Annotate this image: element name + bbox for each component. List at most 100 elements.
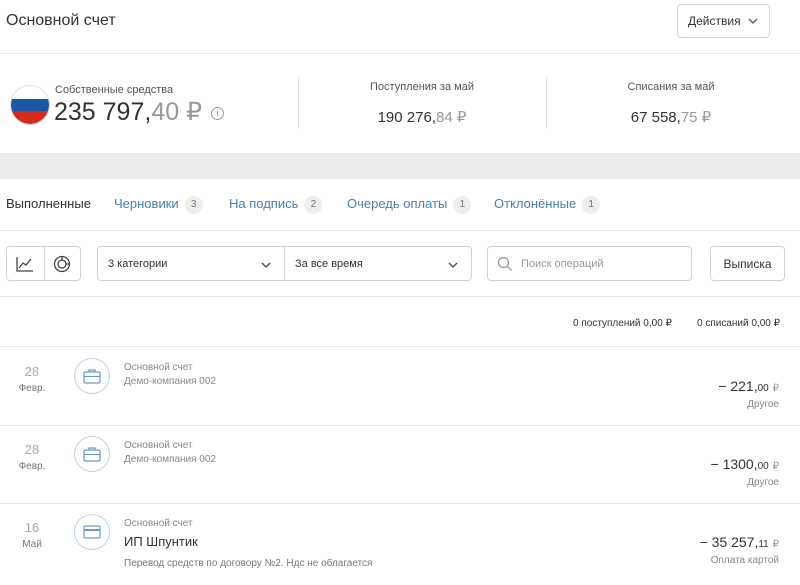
date-month: Февр. bbox=[18, 383, 46, 394]
operation-row[interactable]: 16 Май Основной счет ИП Шпунтик Перевод … bbox=[0, 504, 800, 582]
currency-sign: ₽ bbox=[701, 109, 712, 126]
operation-type-icon bbox=[74, 436, 110, 472]
pie-chart-button[interactable] bbox=[43, 247, 81, 280]
page-header: Основной счет Действия bbox=[0, 0, 800, 54]
amount-frac: 11 bbox=[758, 539, 769, 550]
flag-stripe-white bbox=[11, 86, 49, 99]
balance-panel: Собственные средства 235 797,40 ₽ i Пост… bbox=[0, 55, 800, 152]
count-badge: 3 bbox=[184, 196, 203, 214]
amount-frac: 00 bbox=[757, 461, 769, 472]
operation-type-icon bbox=[74, 358, 110, 394]
date-month: Май bbox=[22, 539, 42, 550]
filter-bar: 3 категории За все время Выписка bbox=[0, 232, 800, 297]
page-title: Основной счет bbox=[6, 12, 116, 29]
count-badge: 1 bbox=[582, 196, 601, 214]
operation-account: Основной счет bbox=[124, 440, 193, 451]
totals-summary: 0 поступлений 0,00 ₽ 0 списаний 0,00 ₽ bbox=[0, 298, 800, 347]
tab-payment-queue[interactable]: Очередь оплаты 1 bbox=[347, 196, 472, 214]
tab-completed[interactable]: Выполненные bbox=[6, 196, 91, 211]
own-funds-label: Собственные средства bbox=[55, 84, 174, 96]
tab-label: Черновики bbox=[114, 196, 179, 211]
actions-dropdown[interactable]: Действия bbox=[677, 4, 770, 38]
date-month: Февр. bbox=[18, 461, 46, 472]
search-input[interactable] bbox=[521, 255, 686, 273]
operation-amount: − 221,00 ₽ bbox=[718, 378, 779, 394]
chevron-down-icon bbox=[261, 262, 271, 269]
operation-date: 16 Май bbox=[6, 520, 58, 550]
operation-counterparty: Демо-компания 002 bbox=[124, 454, 216, 465]
categories-select[interactable]: 3 категории bbox=[97, 246, 285, 281]
outgoing-frac: 75 bbox=[680, 109, 698, 126]
operation-counterparty: ИП Шпунтик bbox=[124, 534, 198, 549]
tab-label: На подпись bbox=[229, 196, 299, 211]
currency-sign: ₽ bbox=[186, 98, 202, 126]
operation-type-icon bbox=[74, 514, 110, 550]
tab-to-sign[interactable]: На подпись 2 bbox=[229, 196, 323, 214]
operation-account: Основной счет bbox=[124, 518, 193, 529]
outgoing-label: Списания за май bbox=[627, 81, 715, 93]
amount-frac: 00 bbox=[757, 383, 769, 394]
view-toggle-group bbox=[6, 246, 81, 281]
statement-button[interactable]: Выписка bbox=[710, 246, 785, 281]
search-icon bbox=[497, 256, 512, 271]
line-chart-button[interactable] bbox=[7, 247, 44, 280]
period-value: За все время bbox=[295, 258, 363, 270]
amount-int: − 35 257, bbox=[699, 534, 759, 550]
info-icon[interactable]: i bbox=[210, 107, 224, 120]
own-funds-int: 235 797, bbox=[54, 98, 152, 126]
divider bbox=[546, 77, 547, 129]
briefcase-icon bbox=[83, 369, 101, 384]
operation-date: 28 Февр. bbox=[6, 442, 58, 472]
currency-sign: ₽ bbox=[456, 109, 467, 126]
outgoing-amount: 67 558,75 ₽ bbox=[571, 108, 771, 126]
amount-int: − 1300, bbox=[710, 456, 758, 472]
russia-flag-icon bbox=[10, 85, 50, 125]
credit-card-icon bbox=[83, 525, 101, 539]
operation-date: 28 Февр. bbox=[6, 364, 58, 394]
flag-stripe-red bbox=[11, 111, 49, 124]
briefcase-icon bbox=[83, 447, 101, 462]
incoming-total: 0 поступлений 0,00 ₽ bbox=[573, 318, 672, 329]
outgoing-stat: Списания за май 67 558,75 ₽ bbox=[571, 81, 771, 126]
operation-counterparty: Демо-компания 002 bbox=[124, 376, 216, 387]
incoming-label: Поступления за май bbox=[370, 81, 474, 93]
divider bbox=[298, 77, 299, 129]
currency-sign: ₽ bbox=[772, 461, 779, 472]
date-day: 28 bbox=[24, 442, 40, 457]
pie-chart-icon bbox=[54, 255, 71, 272]
outgoing-total: 0 списаний 0,00 ₽ bbox=[697, 318, 780, 329]
operation-amount: − 35 257,11 ₽ bbox=[700, 534, 779, 550]
tab-label: Очередь оплаты bbox=[347, 196, 448, 211]
amount-int: − 221, bbox=[718, 378, 758, 394]
own-funds-amount: 235 797,40 ₽ i bbox=[54, 97, 224, 127]
operation-category: Другое bbox=[747, 477, 779, 488]
operation-purpose: Перевод средств по договору №2. Ндс не о… bbox=[124, 558, 373, 569]
outgoing-int: 67 558, bbox=[630, 109, 681, 126]
currency-sign: ₽ bbox=[772, 539, 779, 550]
operation-row[interactable]: 28 Февр. Основной счет Демо-компания 002… bbox=[0, 426, 800, 504]
operation-amount: − 1300,00 ₽ bbox=[711, 456, 780, 472]
tab-drafts[interactable]: Черновики 3 bbox=[114, 196, 203, 214]
flag-stripe-blue bbox=[11, 98, 49, 112]
date-day: 28 bbox=[24, 364, 40, 379]
chevron-down-icon bbox=[448, 262, 458, 269]
tab-rejected[interactable]: Отклонённые 1 bbox=[494, 196, 601, 214]
chevron-down-icon bbox=[748, 18, 758, 25]
incoming-int: 190 276, bbox=[377, 109, 436, 126]
section-separator bbox=[0, 153, 800, 179]
date-day: 16 bbox=[24, 520, 40, 535]
count-badge: 2 bbox=[304, 196, 323, 214]
count-badge: 1 bbox=[453, 196, 472, 214]
operation-category: Другое bbox=[747, 399, 779, 410]
line-chart-icon bbox=[16, 256, 34, 272]
operation-category: Оплата картой bbox=[710, 555, 779, 566]
tab-label: Отклонённые bbox=[494, 196, 577, 211]
status-tabs: Выполненные Черновики 3 На подпись 2 Очере… bbox=[0, 180, 800, 231]
period-select[interactable]: За все время bbox=[284, 246, 472, 281]
currency-sign: ₽ bbox=[772, 383, 779, 394]
operation-row[interactable]: 28 Февр. Основной счет Демо-компания 002… bbox=[0, 348, 800, 426]
own-funds-frac: 40 bbox=[151, 98, 180, 126]
incoming-stat: Поступления за май 190 276,84 ₽ bbox=[322, 81, 522, 126]
incoming-amount: 190 276,84 ₽ bbox=[322, 108, 522, 126]
actions-label: Действия bbox=[688, 14, 741, 28]
